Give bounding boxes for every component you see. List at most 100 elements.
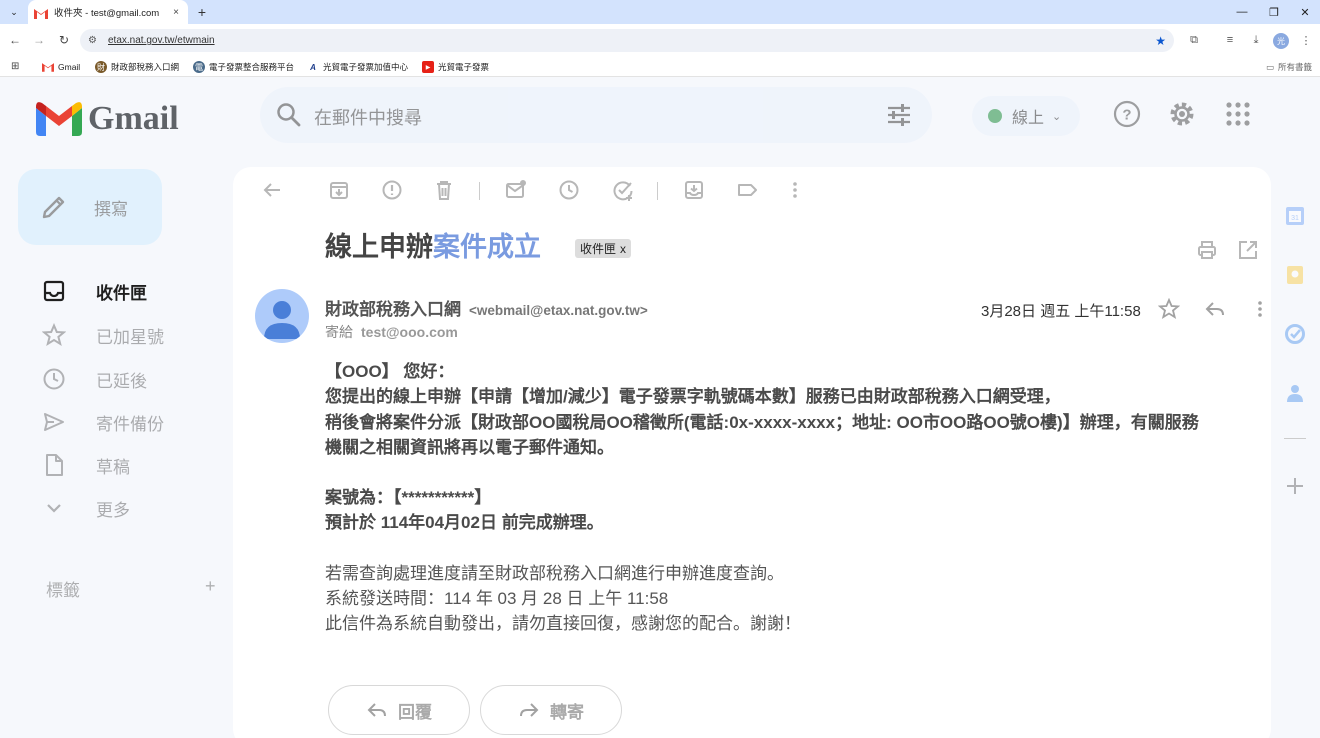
- labels-header: 標籤: [46, 581, 80, 600]
- address-url[interactable]: etax.nat.gov.tw/etwmain: [108, 35, 1155, 46]
- remove-label-button[interactable]: x: [620, 242, 626, 256]
- open-in-new-window-icon[interactable]: [1237, 239, 1259, 261]
- add-label-button[interactable]: +: [205, 576, 216, 597]
- tab-close-icon[interactable]: ×: [170, 7, 182, 18]
- contacts-icon[interactable]: [1284, 382, 1306, 404]
- bookmark-label: Gmail: [58, 62, 81, 72]
- nav-item-inbox[interactable]: 收件匣: [40, 277, 147, 305]
- all-bookmarks[interactable]: ▭ 所有書籤: [1266, 61, 1312, 73]
- bookmark-tax-portal[interactable]: 財 財政部稅務入口網: [95, 60, 179, 74]
- gmail-favicon-icon: [34, 6, 48, 19]
- body-note: 此信件為系統自動發出，請勿直接回復，感謝您的配合。謝謝！: [325, 614, 801, 634]
- gmail-m-icon: [36, 102, 82, 136]
- browser-menu-icon[interactable]: ⋮: [1298, 32, 1314, 48]
- sender-name[interactable]: 財政部稅務入口網: [325, 295, 461, 320]
- nav-item-starred[interactable]: 已加星號: [40, 321, 164, 349]
- more-vert-icon[interactable]: [784, 179, 806, 201]
- nav-label: 寄件備份: [96, 414, 164, 434]
- star-icon[interactable]: [1158, 298, 1180, 320]
- download-icon[interactable]: ⤓: [1248, 32, 1264, 48]
- back-to-inbox-icon[interactable]: [261, 179, 283, 201]
- restore-icon[interactable]: ❐: [1265, 3, 1283, 21]
- forward-icon[interactable]: →: [30, 31, 48, 49]
- bookmark-star-icon[interactable]: ★: [1155, 34, 1166, 48]
- help-icon[interactable]: ?: [1113, 100, 1141, 128]
- expected-date: 預計於 114年04月02日 前完成辦理。: [325, 513, 604, 533]
- browser-tab-active[interactable]: 收件夾 - test@gmail.com ×: [28, 0, 188, 24]
- move-to-icon[interactable]: [683, 179, 705, 201]
- add-addon-icon[interactable]: [1284, 475, 1306, 497]
- nav-label: 更多: [96, 500, 130, 520]
- bookmarks-bar: ⊞ Gmail 財 財政部稅務入口網 電 電子發票整合服務平台 A 光貿電子發票…: [0, 57, 1320, 77]
- archive-icon[interactable]: [328, 179, 350, 201]
- settings-gear-icon[interactable]: [1168, 100, 1196, 128]
- close-window-icon[interactable]: ✕: [1296, 3, 1314, 21]
- recipient-line: 寄給 test@ooo.com: [325, 322, 458, 342]
- gmail-logo[interactable]: Gmail: [36, 100, 179, 138]
- svg-text:31: 31: [1291, 215, 1299, 222]
- tab-search-chevron-icon[interactable]: ⌄: [5, 3, 23, 21]
- calendar-icon[interactable]: 31: [1284, 205, 1306, 227]
- toolbar-divider: [479, 182, 480, 200]
- status-selector[interactable]: 線上 ⌄: [972, 96, 1080, 136]
- chevron-down-icon: ⌄: [1052, 110, 1062, 123]
- mail-search-bar[interactable]: 在郵件中搜尋: [260, 87, 932, 143]
- bookmark-label: 光貿電子發票: [438, 62, 490, 72]
- add-task-icon[interactable]: [612, 179, 634, 201]
- draft-icon: [40, 451, 68, 479]
- snooze-icon[interactable]: [558, 179, 580, 201]
- nav-label: 已加星號: [96, 327, 164, 347]
- report-spam-icon[interactable]: [381, 179, 403, 201]
- new-tab-button[interactable]: +: [193, 2, 211, 22]
- nav-label: 已延後: [96, 371, 147, 391]
- search-options-icon[interactable]: [886, 103, 912, 127]
- forward-button[interactable]: 轉寄: [480, 685, 622, 735]
- inbox-label-chip[interactable]: 收件匣 x: [575, 239, 632, 258]
- reply-button[interactable]: 回覆: [328, 685, 470, 735]
- delete-icon[interactable]: [433, 179, 455, 201]
- more-vert-icon[interactable]: [1249, 298, 1271, 320]
- compose-button[interactable]: 撰寫: [18, 169, 162, 245]
- google-apps-icon[interactable]: [1224, 100, 1252, 128]
- nav-item-drafts[interactable]: 草稿: [40, 451, 130, 479]
- search-placeholder[interactable]: 在郵件中搜尋: [314, 104, 422, 130]
- address-bar[interactable]: ⚙ etax.nat.gov.tw/etwmain ★: [80, 29, 1174, 52]
- reply-icon[interactable]: [1204, 298, 1226, 320]
- side-panel-divider: [1284, 438, 1306, 439]
- search-icon[interactable]: [276, 102, 302, 128]
- nav-item-sent[interactable]: 寄件備份: [40, 408, 164, 436]
- message-body: 【OOO】 您好： 您提出的線上申辦【申請【增加/減少】電子發票字軌號碼本數】服…: [325, 359, 1215, 637]
- subject-highlight: 案件成立: [433, 232, 541, 262]
- nav-item-snoozed[interactable]: 已延後: [40, 365, 147, 393]
- body-note: 若需查詢處理進度請至財政部稅務入口網進行申辦進度查詢。: [325, 563, 784, 583]
- bookmark-youtube[interactable]: ▶ 光貿電子發票: [422, 60, 489, 74]
- reply-label: 回覆: [398, 702, 432, 722]
- svg-text:?: ?: [1122, 107, 1131, 124]
- nav-item-more[interactable]: 更多: [40, 494, 130, 522]
- clock-icon: [40, 365, 68, 393]
- keep-icon[interactable]: [1284, 264, 1306, 286]
- forward-label: 轉寄: [550, 702, 584, 722]
- label-chip-text: 收件匣: [580, 242, 617, 256]
- all-bookmarks-label: 所有書籤: [1277, 62, 1312, 72]
- compose-label: 撰寫: [94, 199, 128, 219]
- mark-unread-icon[interactable]: [505, 179, 527, 201]
- bookmark-label: 財政部稅務入口網: [111, 62, 180, 72]
- reload-icon[interactable]: ↻: [55, 31, 73, 49]
- extensions-icon[interactable]: ⧉: [1186, 32, 1202, 48]
- reading-list-icon[interactable]: ≡: [1222, 32, 1238, 48]
- print-icon[interactable]: [1196, 239, 1218, 261]
- folder-icon: ▭: [1265, 61, 1274, 72]
- apps-grid-icon[interactable]: ⊞: [11, 61, 19, 72]
- reply-icon: [367, 703, 386, 717]
- bookmark-gmail[interactable]: Gmail: [42, 60, 80, 74]
- profile-avatar[interactable]: 光: [1273, 33, 1289, 49]
- minimize-icon[interactable]: —: [1233, 3, 1251, 21]
- bookmark-einvoice-platform[interactable]: 電 電子發票整合服務平台: [193, 60, 294, 74]
- tasks-icon[interactable]: [1284, 323, 1306, 345]
- label-icon[interactable]: [736, 179, 758, 201]
- site-info-icon[interactable]: ⚙: [88, 35, 104, 46]
- bookmark-value-center[interactable]: A 光貿電子發票加值中心: [307, 60, 408, 74]
- back-icon[interactable]: ←: [6, 31, 24, 49]
- sender-avatar[interactable]: [255, 289, 309, 343]
